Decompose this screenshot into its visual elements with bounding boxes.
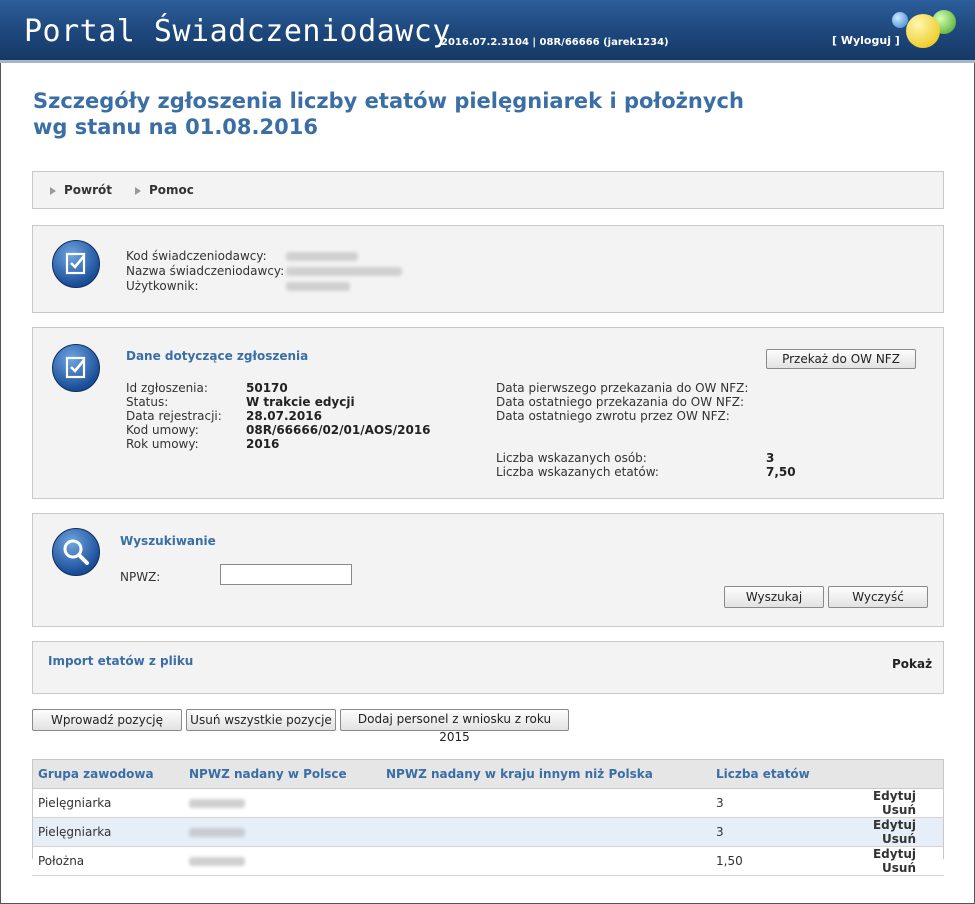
cell-actions: Edytuj Usuń — [832, 788, 944, 818]
cell-group: Pielęgniarka — [32, 817, 183, 847]
cell-npwz-foreign — [380, 817, 710, 847]
provider-code-label: Kod świadczeniodawcy: — [126, 249, 267, 263]
persons-count-label: Liczba wskazanych osób: — [496, 451, 647, 465]
fte-count-label: Liczba wskazanych etatów: — [496, 465, 659, 479]
user-label: Użytkownik: — [126, 279, 199, 293]
cell-group: Położna — [32, 846, 183, 876]
magnifier-icon — [52, 528, 100, 576]
edit-link[interactable]: Edytuj — [873, 847, 916, 861]
page-title: Szczegóły zgłoszenia liczby etatów pielę… — [33, 88, 793, 140]
column-header-npwz-foreign[interactable]: NPWZ nadany w kraju innym niż Polska — [380, 759, 710, 789]
play-arrow-icon — [135, 186, 141, 195]
cell-actions: Edytuj Usuń — [832, 846, 944, 876]
npwz-label: NPWZ: — [120, 570, 161, 584]
help-link[interactable]: Pomoc — [135, 183, 194, 197]
last-return-date-label: Data ostatniego zwrotu przez OW NFZ: — [496, 409, 730, 423]
column-header-fte[interactable]: Liczba etatów — [710, 759, 832, 789]
search-section-title: Wyszukiwanie — [120, 534, 216, 548]
import-show-link[interactable]: Pokaż — [892, 657, 932, 671]
clear-button[interactable]: Wyczyść — [828, 586, 928, 608]
app-title: Portal Świadczeniodawcy — [24, 14, 451, 49]
request-details-panel: Dane dotyczące zgłoszenia Przekaż do OW … — [32, 327, 944, 499]
import-section-title: Import etatów z pliku — [48, 654, 194, 668]
nav-bar: Powrót Pomoc — [32, 171, 944, 209]
search-panel: Wyszukiwanie NPWZ: Wyszukaj Wyczyść — [32, 513, 944, 627]
page-title-line1: Szczegóły zgłoszenia liczby etatów pielę… — [33, 89, 744, 113]
cell-group: Pielęgniarka — [32, 788, 183, 818]
fte-count-value: 7,50 — [766, 465, 796, 479]
first-send-date-label: Data pierwszego przekazania do OW NFZ: — [496, 381, 749, 395]
cell-fte: 1,50 — [710, 846, 832, 876]
remove-all-button[interactable]: Usuń wszystkie pozycje — [186, 709, 336, 731]
cell-npwz-pl — [183, 817, 380, 847]
status-value: W trakcie edycji — [246, 395, 355, 409]
delete-link[interactable]: Usuń — [882, 832, 916, 846]
logo-balls-icon — [888, 8, 958, 48]
edit-link[interactable]: Edytuj — [873, 789, 916, 803]
staff-table: Grupa zawodowa NPWZ nadany w Polsce NPWZ… — [32, 759, 944, 876]
column-header-npwz-pl[interactable]: NPWZ nadany w Polsce — [183, 759, 380, 789]
edit-link[interactable]: Edytuj — [873, 818, 916, 832]
add-from-2015-button[interactable]: Dodaj personel z wniosku z roku 2015 — [340, 709, 569, 744]
table-row: Pielęgniarka 3 Edytuj Usuń — [32, 788, 944, 818]
last-send-date-label: Data ostatniego przekazania do OW NFZ: — [496, 395, 745, 409]
search-button[interactable]: Wyszukaj — [724, 586, 824, 608]
cell-npwz-foreign — [380, 788, 710, 818]
play-arrow-icon — [50, 186, 56, 195]
persons-count-value: 3 — [766, 451, 775, 465]
contract-code-value: 08R/66666/02/01/AOS/2016 — [246, 423, 431, 437]
cell-npwz-foreign — [380, 846, 710, 876]
request-id-label: Id zgłoszenia: — [126, 381, 208, 395]
details-section-title: Dane dotyczące zgłoszenia — [126, 349, 309, 363]
delete-link[interactable]: Usuń — [882, 803, 916, 817]
cell-fte: 3 — [710, 788, 832, 818]
contract-code-label: Kod umowy: — [126, 423, 199, 437]
cell-npwz-pl — [183, 846, 380, 876]
cell-npwz-pl — [183, 788, 380, 818]
provider-code-value — [286, 252, 358, 261]
registration-date-value: 28.07.2016 — [246, 409, 322, 423]
provider-name-label: Nazwa świadczeniodawcy: — [126, 264, 285, 278]
back-link[interactable]: Powrót — [50, 183, 112, 197]
checklist-icon — [52, 344, 100, 392]
contract-year-label: Rok umowy: — [126, 437, 199, 451]
app-header: Portal Świadczeniodawcy 2016.07.2.3104 |… — [0, 0, 975, 63]
table-header-row: Grupa zawodowa NPWZ nadany w Polsce NPWZ… — [32, 759, 944, 789]
request-id-value: 50170 — [246, 381, 288, 395]
provider-name-value — [286, 267, 402, 276]
cell-actions: Edytuj Usuń — [832, 817, 944, 847]
version-info: 2016.07.2.3104 | 08R/66666 (jarek1234) — [441, 37, 669, 48]
table-row: Położna 1,50 Edytuj Usuń — [32, 846, 944, 876]
checklist-icon — [52, 240, 100, 288]
column-header-group[interactable]: Grupa zawodowa — [32, 759, 183, 789]
npwz-input[interactable] — [220, 564, 352, 585]
table-row: Pielęgniarka 3 Edytuj Usuń — [32, 817, 944, 847]
send-to-nfz-button[interactable]: Przekaż do OW NFZ — [766, 349, 916, 369]
provider-panel: Kod świadczeniodawcy: Nazwa świadczeniod… — [32, 225, 944, 313]
contract-year-value: 2016 — [246, 437, 280, 451]
registration-date-label: Data rejestracji: — [126, 409, 222, 423]
status-label: Status: — [126, 395, 169, 409]
user-value — [286, 282, 350, 291]
page-title-line2: wg stanu na 01.08.2016 — [33, 115, 318, 139]
import-panel: Import etatów z pliku Pokaż — [32, 641, 944, 694]
cell-fte: 3 — [710, 817, 832, 847]
column-header-actions — [832, 759, 944, 789]
delete-link[interactable]: Usuń — [882, 861, 916, 875]
add-position-button[interactable]: Wprowadź pozycję — [32, 709, 182, 731]
